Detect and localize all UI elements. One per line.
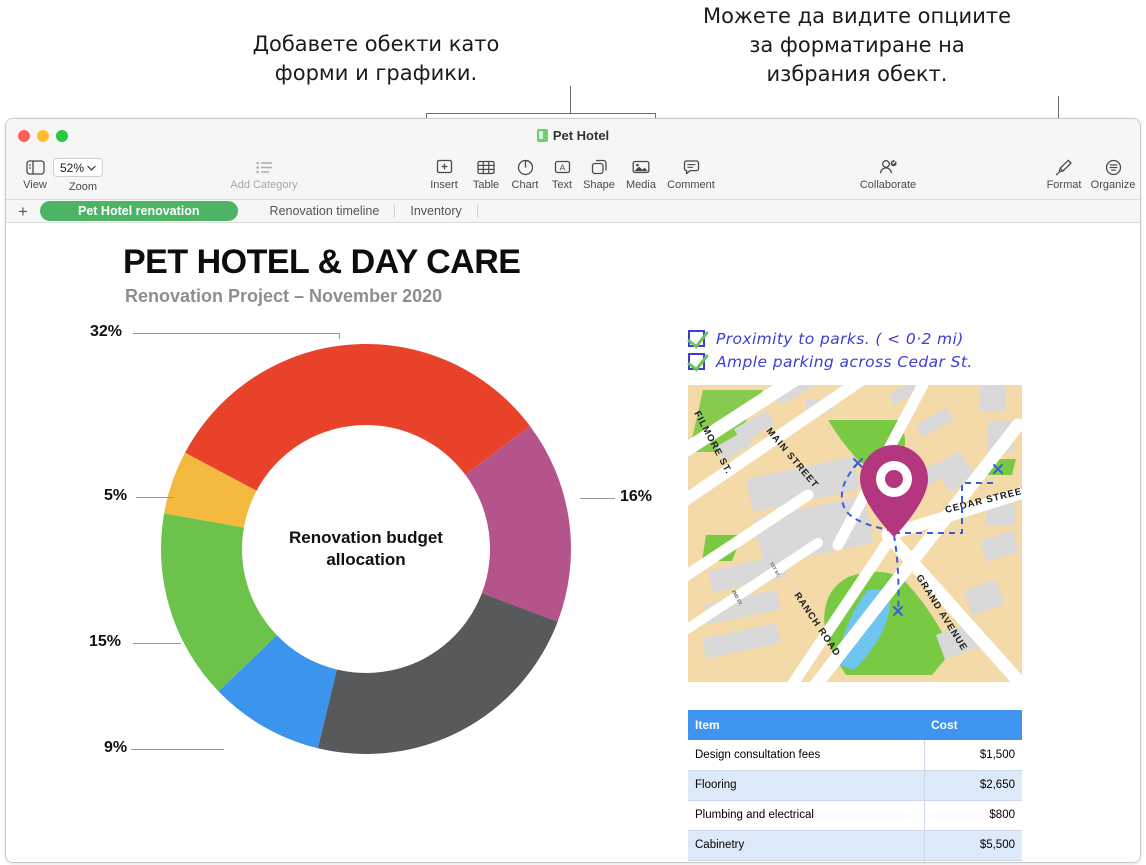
media-label: Media [626,179,656,191]
checkmark-icon [688,353,705,370]
chart-label-16: 16% [620,488,653,505]
window-titlebar: Pet Hotel [6,119,1140,154]
cost-table-body: Design consultation fees $1,500 Flooring… [688,740,1022,862]
checklist-item-1-text: Proximity to parks. ( < 0·2 mi) [716,329,964,348]
callout-right-text: Можете да видите опциите за форматиране … [702,4,1012,86]
add-sheet-button[interactable]: + [6,203,40,220]
view-label: View [23,179,47,191]
numbers-document-icon [536,129,548,142]
organize-button[interactable]: Organize [1084,156,1140,191]
cell-cost: $2,800 [924,860,1022,862]
sheet-tab-pet-hotel-renovation[interactable]: Pet Hotel renovation [40,201,238,221]
column-header-item[interactable]: Item [688,710,924,740]
app-window: Pet Hotel View 52% Zoom Add Category Ins… [5,118,1141,863]
location-map-image[interactable]: FILMORE ST. MAIN STREET CEDAR STREET RAN… [688,385,1022,682]
cell-cost: $800 [989,809,1015,821]
add-category-button[interactable]: Add Category [206,156,322,191]
tab-separator-1 [394,204,396,218]
cell-item: Fixtures and fittings [688,860,925,862]
donut-slice-labor[interactable] [317,593,558,754]
chart-leader-16 [580,498,615,499]
chart-leader-15 [133,643,181,644]
add-category-label: Add Category [230,179,298,191]
add-category-icon [255,156,273,178]
table-row[interactable]: Cabinetry $5,500 [688,830,1022,860]
insert-icon [436,156,453,178]
chart-leader-9 [131,749,224,750]
chart-leader-32 [133,333,340,334]
page-subtitle: Renovation Project – November 2020 [125,286,443,306]
checkmark-icon [688,330,705,347]
document-title-text: Pet Hotel [552,128,610,143]
cost-table[interactable]: Item Cost Design consultation fees $1,50… [688,710,1022,862]
checklist-item-2-text: Ample parking across Cedar St. [716,352,973,371]
table-row[interactable]: Flooring $2,650 [688,770,1022,800]
cell-item: Design consultation fees [688,740,925,770]
cell-cost: $1,500 [979,748,1015,761]
zoom-select[interactable]: 52% [53,158,104,177]
callout-left-text: Добавете обекти като форми и графики. [252,32,500,85]
svg-text:A: A [559,162,565,172]
comment-button[interactable]: Comment [656,156,726,191]
chart-leader-32-tick [339,333,340,339]
zoom-value: 52% [60,160,85,175]
sheet-tab-bar: + Pet Hotel renovation Renovation timeli… [6,200,1140,223]
chevron-down-icon [87,165,96,171]
donut-chart[interactable]: Renovation budget allocation [146,329,586,769]
handwritten-checklist: Proximity to parks. ( < 0·2 mi) Ample pa… [688,327,1038,373]
donut-center-label: Renovation budget allocation [289,528,443,569]
chart-label-15: 15% [89,633,122,650]
cell-item: Cabinetry [688,830,925,860]
document-title: Pet Hotel [6,128,1140,143]
comment-label: Comment [667,179,715,191]
table-row[interactable]: Plumbing and electrical $800 [688,800,1022,830]
chart-leader-5 [136,497,174,498]
chart-label-32: 32% [90,323,123,340]
cell-item: Plumbing and electrical [688,800,925,830]
cell-item: Flooring [688,770,925,800]
shape-label: Shape [583,179,615,191]
chart-label-9: 9% [104,739,128,756]
format-label: Format [1046,179,1082,191]
collaborate-button[interactable]: Collaborate [847,156,929,191]
checklist-item-2: Ample parking across Cedar St. [688,350,1038,373]
view-sidebar-icon [25,156,45,178]
cost-table-header: Item Cost [688,710,1022,740]
format-brush-icon [1055,156,1073,178]
insert-label: Insert [430,179,458,191]
sheet-canvas[interactable]: PET HOTEL & DAY CARE Renovation Project … [6,223,1140,862]
comment-icon [683,156,700,178]
cell-cost: $5,500 [979,839,1015,851]
text-icon: A [554,156,571,178]
page-title: PET HOTEL & DAY CARE [123,243,521,281]
sheet-tab-inventory[interactable]: Inventory [396,202,475,220]
chart-icon [517,156,534,178]
table-header-row: Item Cost [688,710,1022,740]
collaborate-label: Collaborate [859,179,917,191]
shape-icon [591,156,608,178]
sheet-tab-renovation-timeline[interactable]: Renovation timeline [256,202,394,220]
toolbar: View 52% Zoom Add Category Insert Table … [6,154,1140,200]
media-icon [632,156,650,178]
column-header-cost[interactable]: Cost [924,710,1022,740]
organize-icon [1105,156,1122,178]
callout-left-leader-vertical [570,86,571,114]
table-row[interactable]: Design consultation fees $1,500 [688,740,1022,770]
checklist-item-1: Proximity to parks. ( < 0·2 mi) [688,327,1038,350]
cell-cost: $2,650 [979,779,1015,791]
table-row[interactable]: Fixtures and fittings $2,800 [688,860,1022,862]
collaborate-icon [879,156,898,178]
zoom-label: Zoom [68,181,98,193]
table-icon [477,156,495,178]
organize-label: Organize [1090,179,1136,191]
chart-label-5: 5% [104,487,128,504]
callout-left-leader-bar [426,113,656,114]
tab-separator-2 [476,204,478,218]
